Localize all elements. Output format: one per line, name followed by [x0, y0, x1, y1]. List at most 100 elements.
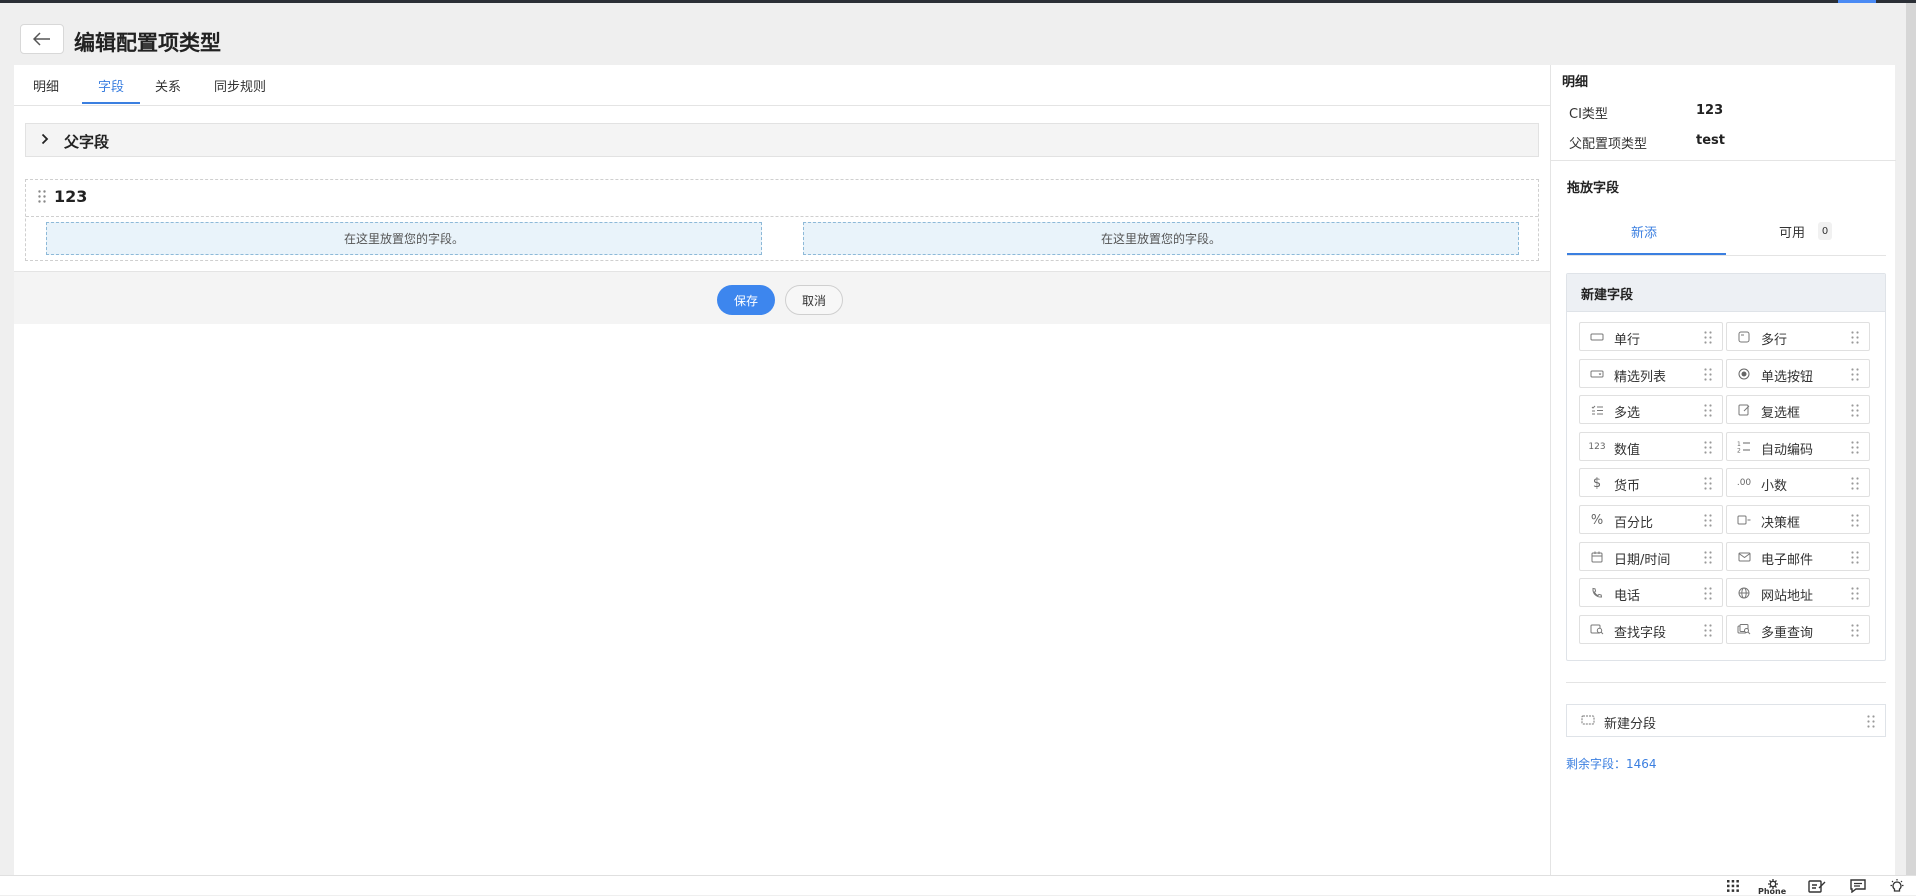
field-type-calendar[interactable]: 日期/时间 [1579, 541, 1723, 571]
field-type-radio[interactable]: 单选按钮 [1726, 358, 1870, 388]
radio-icon [1737, 367, 1751, 381]
dropzone-left[interactable]: 在这里放置您的字段。 [46, 222, 762, 255]
picklist-icon [1590, 367, 1604, 381]
tab-details[interactable]: 明细 [33, 76, 59, 95]
new-field-palette: 新建字段 单行 多行精选列表 单选按钮多选 复选框 123 数值 1 2 自动编码 $ 货币 .00 小… [1566, 273, 1886, 661]
drag-handle-icon [1704, 441, 1712, 458]
parent-ci-type-value: test [1696, 133, 1725, 148]
sidebar-divider [1551, 160, 1896, 161]
save-button[interactable]: 保存 [717, 285, 775, 315]
field-type-label: 复选框 [1761, 406, 1801, 422]
page-header: 编辑配置项类型 [0, 3, 1916, 65]
mail-icon [1737, 550, 1751, 564]
new-segment-item[interactable]: 新建分段 [1566, 704, 1886, 737]
phone-label: Phone [1758, 887, 1787, 896]
multi-lookup-icon [1737, 623, 1751, 637]
tab-new-fields[interactable]: 新添 [1631, 222, 1657, 241]
bottom-toolbar: Phone [0, 875, 1916, 896]
edit-note-icon[interactable] [1806, 879, 1828, 895]
field-type-currency[interactable]: $ 货币 [1579, 468, 1723, 498]
svg-text:2: 2 [1737, 448, 1741, 454]
field-type-label: 单行 [1614, 333, 1641, 348]
tab-sync-rules[interactable]: 同步规则 [214, 76, 266, 95]
field-type-label: 决策框 [1761, 516, 1801, 531]
segment-icon [1581, 715, 1595, 725]
decision-box-icon [1737, 513, 1751, 527]
drag-handle-icon [1851, 477, 1859, 494]
lookup-icon [1590, 623, 1604, 637]
parent-fields-section[interactable]: 父字段 [25, 123, 1539, 157]
drag-handle-icon [1851, 624, 1859, 641]
edit-note-glyph [1808, 880, 1826, 893]
field-type-picklist[interactable]: 精选列表 [1579, 358, 1723, 388]
currency-icon: $ [1592, 475, 1602, 491]
drag-handle-icon [1704, 477, 1712, 494]
field-type-label: 百分比 [1614, 516, 1654, 531]
field-type-label: 查找字段 [1614, 625, 1667, 641]
parent-section-label: 父字段 [64, 133, 110, 151]
tab-available-fields[interactable]: 可用 [1779, 222, 1805, 241]
field-type-mail[interactable]: 电子邮件 [1726, 541, 1870, 571]
field-type-multi-line[interactable]: 多行 [1726, 322, 1870, 351]
apps-grid-glyph [1727, 880, 1739, 892]
field-type-label: 货币 [1614, 479, 1641, 495]
scrollbar[interactable] [1906, 3, 1916, 875]
field-type-phone[interactable]: 电话 [1579, 578, 1723, 608]
auto-number-icon: 12 [1737, 440, 1751, 454]
drag-handle-icon [1851, 587, 1859, 604]
multi-select-icon [1590, 403, 1604, 417]
field-type-label: 日期/时间 [1614, 552, 1671, 568]
drag-fields-title: 拖放字段 [1567, 181, 1620, 196]
checkbox-icon [1737, 403, 1751, 417]
drag-handle-icon [1851, 367, 1859, 385]
field-type-multi-select[interactable]: 多选 [1579, 395, 1723, 425]
cancel-button[interactable]: 取消 [785, 285, 843, 315]
apps-grid-icon[interactable] [1722, 879, 1744, 895]
chevron-right-icon [41, 133, 49, 145]
palette-header: 新建字段 [1567, 274, 1885, 312]
ci-type-label: CI类型 [1569, 107, 1608, 122]
field-type-lookup[interactable]: 查找字段 [1579, 614, 1723, 644]
page-title: 编辑配置项类型 [74, 31, 221, 55]
field-type-number[interactable]: 123 数值 [1579, 431, 1723, 461]
action-bar: 保存 取消 [14, 271, 1550, 324]
sidebar-active-tab-indicator [1567, 253, 1726, 255]
chat-icon[interactable] [1847, 879, 1869, 895]
tab-fields[interactable]: 字段 [98, 76, 124, 95]
multi-line-icon [1737, 330, 1751, 344]
field-type-label: 网站地址 [1761, 589, 1814, 605]
lightbulb-glyph [1890, 879, 1904, 892]
field-type-label: 自动编码 [1761, 442, 1814, 458]
dropzone-text: 在这里放置您的字段。 [1100, 232, 1221, 246]
field-type-label: 小数 [1761, 479, 1788, 495]
field-type-single-line[interactable]: 单行 [1579, 322, 1723, 351]
field-type-globe[interactable]: 网站地址 [1726, 578, 1870, 608]
remaining-fields-count: 剩余字段：1464 [1566, 757, 1657, 771]
single-line-icon [1590, 330, 1604, 344]
field-type-percent[interactable]: % 百分比 [1579, 505, 1723, 534]
back-button[interactable] [20, 24, 64, 54]
sidebar-divider [1566, 682, 1886, 683]
tab-relations[interactable]: 关系 [155, 76, 181, 95]
field-type-label: 多行 [1761, 333, 1788, 348]
field-type-decimal[interactable]: .00 小数 [1726, 468, 1870, 498]
layout-editor: 明细 字段 关系 同步规则 父字段 123 在这里放置您的字段。 在这里放置您的… [14, 65, 1550, 875]
arrow-left-icon [33, 32, 50, 46]
drag-handle-icon [1851, 331, 1859, 348]
field-type-label: 精选列表 [1614, 369, 1667, 385]
lightbulb-icon[interactable] [1886, 879, 1908, 895]
dropzone-text: 在这里放置您的字段。 [343, 232, 464, 246]
field-type-multi-lookup[interactable]: 多重查询 [1726, 614, 1870, 644]
drag-handle-icon[interactable] [38, 190, 46, 203]
available-count-badge: 0 [1818, 222, 1832, 240]
field-type-label: 单选按钮 [1761, 369, 1814, 385]
phone-icon [1590, 586, 1604, 600]
dropzone-right[interactable]: 在这里放置您的字段。 [803, 222, 1519, 255]
field-type-auto-number[interactable]: 1 2 自动编码 [1726, 431, 1870, 461]
layout-section: 123 在这里放置您的字段。 在这里放置您的字段。 [25, 179, 1539, 261]
palette-title: 新建字段 [1581, 288, 1634, 303]
field-type-decision-box[interactable]: 决策框 [1726, 505, 1870, 534]
field-type-checkbox[interactable]: 复选框 [1726, 395, 1870, 425]
tab-bar: 明细 字段 关系 同步规则 [14, 65, 1550, 106]
section-name[interactable]: 123 [54, 187, 87, 206]
